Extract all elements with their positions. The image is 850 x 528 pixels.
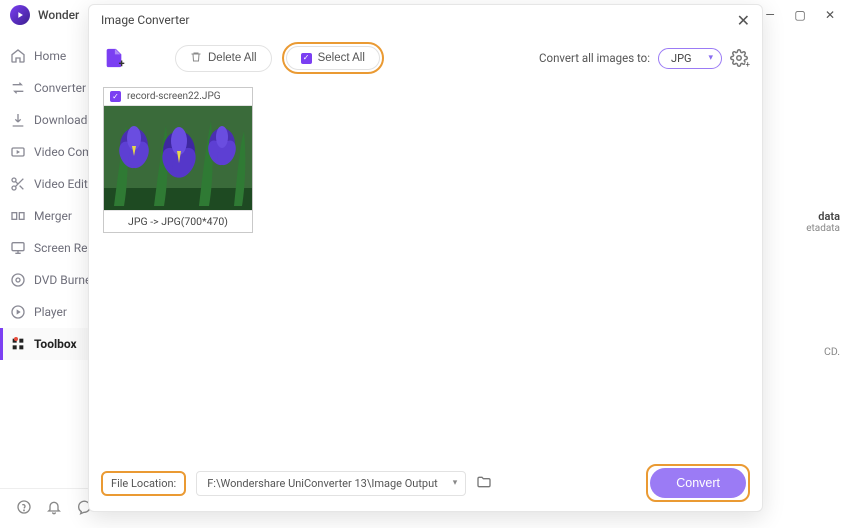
delete-all-button[interactable]: Delete All bbox=[175, 45, 272, 72]
svg-text:+: + bbox=[119, 57, 125, 69]
home-icon bbox=[10, 48, 26, 64]
sidebar-item-label: Player bbox=[34, 305, 67, 319]
format-select[interactable]: JPG ▾ bbox=[658, 48, 722, 69]
window-maximize-button[interactable]: ▢ bbox=[792, 7, 808, 23]
converter-icon bbox=[10, 80, 26, 96]
sidebar-item-label: Merger bbox=[34, 209, 72, 223]
dialog-header: Image Converter ✕ bbox=[89, 5, 762, 35]
sidebar: Home Converter Downloader Video Compress… bbox=[0, 40, 90, 486]
select-all-label: Select All bbox=[318, 52, 365, 64]
sidebar-item-label: DVD Burner bbox=[34, 273, 90, 287]
window-close-button[interactable]: ✕ bbox=[822, 7, 838, 23]
trash-icon bbox=[190, 51, 202, 66]
thumb-conversion-label: JPG -> JPG(700*470) bbox=[104, 210, 252, 232]
sidebar-item-label: Toolbox bbox=[34, 337, 77, 351]
dialog-title: Image Converter bbox=[101, 13, 190, 27]
image-thumb[interactable]: record-screen22.JPG JPG -> JPG(700*470) bbox=[103, 87, 253, 233]
highlight-select-all: Select All bbox=[282, 42, 384, 74]
sidebar-item-label: Screen Recorder bbox=[34, 241, 90, 255]
bottom-bar bbox=[0, 488, 90, 528]
sidebar-item-label: Video Compressor bbox=[34, 145, 90, 159]
bg-card-title: data etadata bbox=[770, 210, 840, 234]
convert-to-label: Convert all images to: bbox=[539, 51, 650, 65]
settings-button[interactable]: + bbox=[730, 49, 748, 67]
delete-all-label: Delete All bbox=[208, 52, 257, 64]
sidebar-item-label: Downloader bbox=[34, 113, 90, 127]
sidebar-item-merger[interactable]: Merger bbox=[0, 200, 90, 232]
format-value: JPG bbox=[671, 52, 692, 65]
dialog-toolbar: + Delete All Select All Convert all imag… bbox=[89, 35, 762, 81]
sidebar-item-label: Home bbox=[34, 49, 66, 63]
sidebar-item-player[interactable]: Player bbox=[0, 296, 90, 328]
thumb-filename: record-screen22.JPG bbox=[127, 91, 221, 102]
sidebar-item-downloader[interactable]: Downloader bbox=[0, 104, 90, 136]
app-logo bbox=[10, 5, 30, 25]
sidebar-item-video-compressor[interactable]: Video Compressor bbox=[0, 136, 90, 168]
sidebar-item-converter[interactable]: Converter bbox=[0, 72, 90, 104]
convert-button[interactable]: Convert bbox=[650, 468, 746, 498]
add-image-button[interactable]: + bbox=[103, 47, 125, 69]
app-title: Wonder bbox=[38, 8, 79, 22]
sidebar-item-screen-recorder[interactable]: Screen Recorder bbox=[0, 232, 90, 264]
chevron-down-icon: ▾ bbox=[453, 478, 458, 488]
screen-icon bbox=[10, 240, 26, 256]
play-icon bbox=[10, 304, 26, 320]
dvd-icon bbox=[10, 272, 26, 288]
sidebar-item-toolbox[interactable]: Toolbox bbox=[0, 328, 90, 360]
convert-label: Convert bbox=[676, 476, 720, 490]
bell-icon[interactable] bbox=[46, 499, 62, 518]
compress-icon bbox=[10, 144, 26, 160]
thumb-checkbox[interactable] bbox=[110, 91, 121, 102]
file-location-label: File Location: bbox=[101, 471, 186, 496]
image-converter-dialog: Image Converter ✕ + Delete All Select Al… bbox=[88, 4, 763, 512]
dialog-footer: File Location: F:\Wondershare UniConvert… bbox=[89, 455, 762, 511]
sidebar-item-label: Converter bbox=[34, 81, 86, 95]
select-all-button[interactable]: Select All bbox=[286, 46, 380, 70]
window-minimize-button[interactable]: — bbox=[762, 7, 778, 23]
download-icon bbox=[10, 112, 26, 128]
thumb-image bbox=[104, 106, 252, 210]
scissors-icon bbox=[10, 176, 26, 192]
open-folder-button[interactable] bbox=[476, 474, 494, 492]
file-location-path: F:\Wondershare UniConverter 13\Image Out… bbox=[207, 477, 438, 490]
highlight-convert: Convert bbox=[646, 464, 750, 502]
checkbox-icon bbox=[301, 53, 312, 64]
dialog-content: record-screen22.JPG JPG -> JPG(700*470) bbox=[89, 81, 762, 455]
sidebar-item-label: Video Editor bbox=[34, 177, 90, 191]
chevron-down-icon: ▾ bbox=[708, 53, 713, 63]
thumb-header: record-screen22.JPG bbox=[104, 88, 252, 106]
dialog-close-button[interactable]: ✕ bbox=[737, 11, 750, 30]
help-icon[interactable] bbox=[16, 499, 32, 518]
sidebar-item-video-editor[interactable]: Video Editor bbox=[0, 168, 90, 200]
bg-card-text: CD. bbox=[770, 345, 840, 358]
sidebar-item-home[interactable]: Home bbox=[0, 40, 90, 72]
convert-to-group: Convert all images to: JPG ▾ + bbox=[539, 48, 748, 69]
merger-icon bbox=[10, 208, 26, 224]
file-location-select[interactable]: F:\Wondershare UniConverter 13\Image Out… bbox=[196, 471, 466, 496]
sidebar-item-dvd-burner[interactable]: DVD Burner bbox=[0, 264, 90, 296]
toolbox-icon bbox=[10, 336, 26, 352]
